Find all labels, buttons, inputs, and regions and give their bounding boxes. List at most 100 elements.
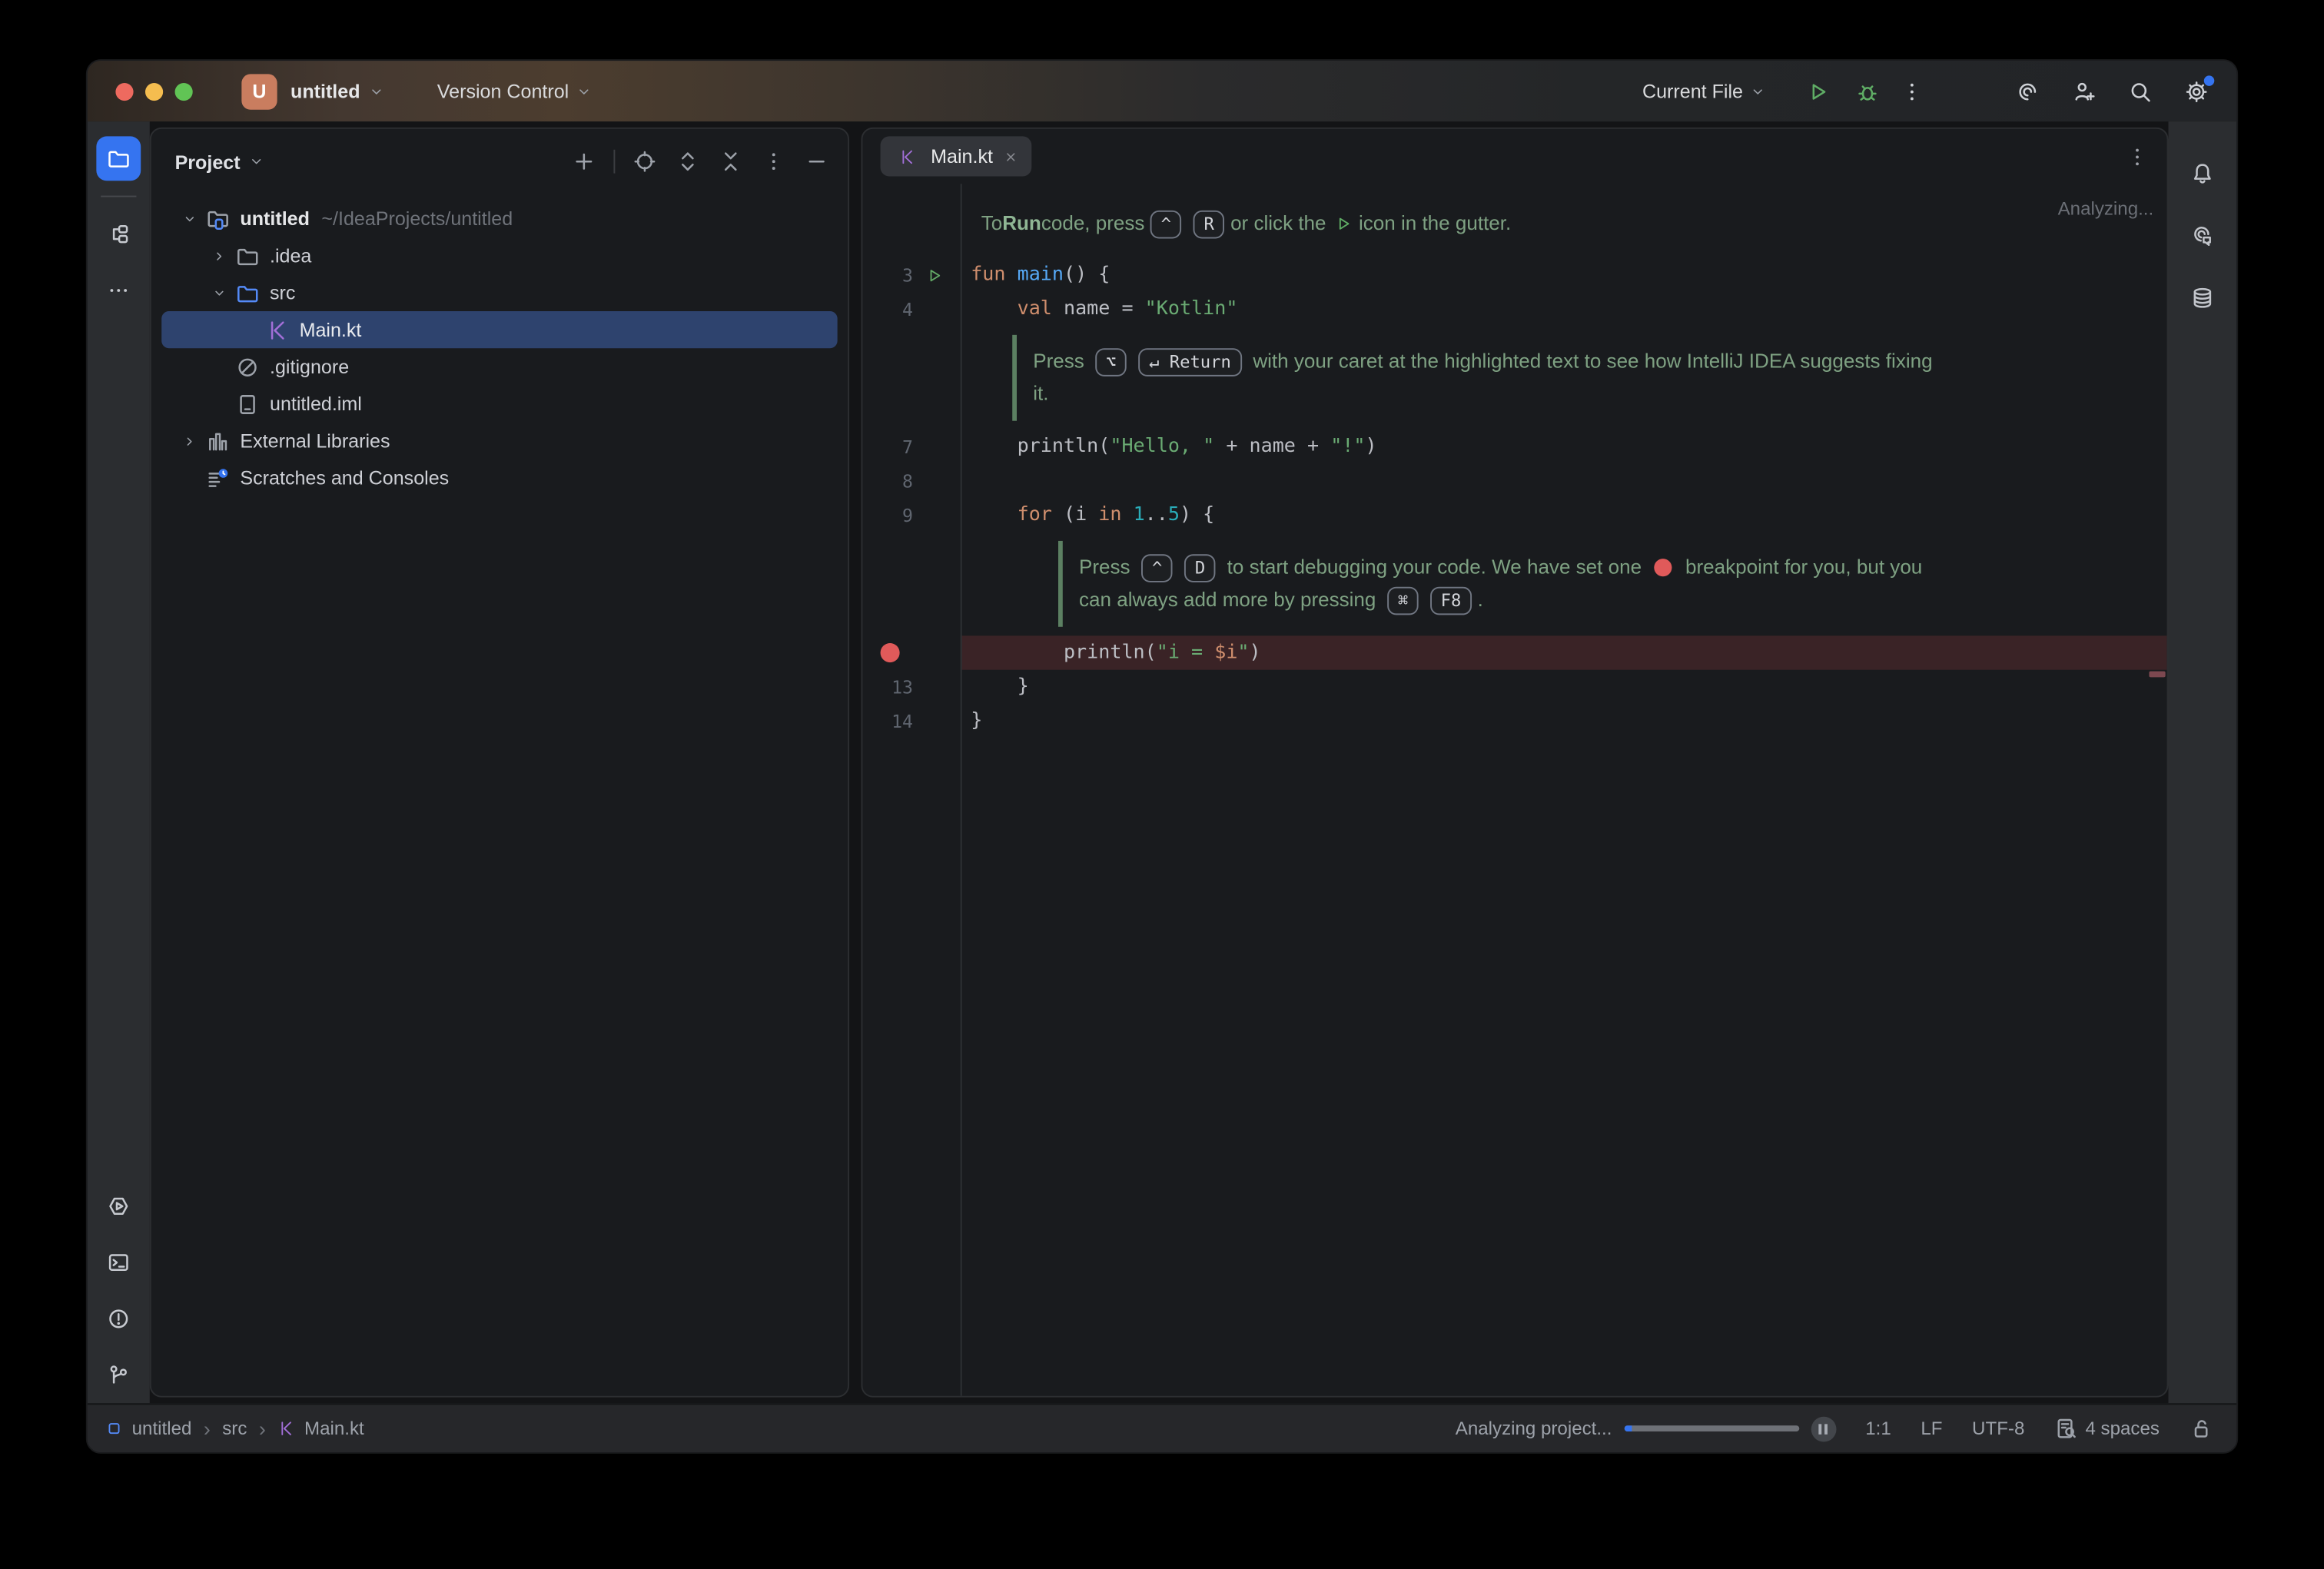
- gutter[interactable]: 7: [862, 430, 960, 463]
- locate-icon[interactable]: [629, 145, 661, 177]
- keyboard-key: D: [1184, 553, 1215, 582]
- project-panel-title[interactable]: Project: [175, 151, 241, 173]
- line-number: 9: [862, 505, 913, 526]
- breakpoint-icon[interactable]: [881, 643, 900, 662]
- zoom-window-button[interactable]: [175, 82, 193, 100]
- code-line[interactable]: 13 }: [862, 670, 2166, 704]
- chevron-down-icon[interactable]: [204, 285, 234, 300]
- tree-item-main-kt[interactable]: Main.kt: [161, 311, 837, 348]
- tree-item--idea[interactable]: .idea: [161, 237, 837, 274]
- editor-options-icon[interactable]: [2126, 144, 2150, 168]
- gutter[interactable]: 8: [862, 464, 960, 498]
- tree-item-scratches-and-consoles[interactable]: Scratches and Consoles: [161, 459, 837, 496]
- tree-item-label: Scratches and Consoles: [240, 466, 449, 489]
- tree-item-untitled[interactable]: untitled~/IdeaProjects/untitled: [161, 200, 837, 237]
- code-line[interactable]: 7 println("Hello, " + name + "!"): [862, 430, 2166, 463]
- project-folder-icon[interactable]: [96, 136, 141, 181]
- project-tree: untitled~/IdeaProjects/untitled .idea srcM…: [151, 194, 848, 496]
- breadcrumb: untitled›src›Main.kt: [105, 1417, 364, 1441]
- more-actions-icon[interactable]: [1893, 72, 1931, 111]
- code-editor[interactable]: Analyzing... To Run code, press ^R or cl…: [862, 184, 2166, 1396]
- inline-learning-hint: Press ^D to start debugging your code. W…: [1058, 541, 2167, 627]
- version-control-menu[interactable]: Version Control: [437, 80, 591, 102]
- code-line[interactable]: 9 for (i in 1..5) {: [862, 498, 2166, 532]
- keyboard-key: R: [1194, 210, 1224, 238]
- project-tool-window: Project untitled~/IdeaProjects/untitled.…: [150, 128, 849, 1398]
- editor-tab-bar: Main.kt: [862, 129, 2166, 184]
- add-icon[interactable]: [568, 145, 600, 177]
- project-chevron-down-icon[interactable]: [369, 84, 383, 98]
- error-stripe-mark[interactable]: [2149, 672, 2165, 678]
- editor-area: Main.kt Analyzing... To Run code, press …: [861, 128, 2168, 1398]
- folder-icon: [234, 244, 261, 267]
- close-tab-icon[interactable]: [1003, 149, 1018, 164]
- run-button[interactable]: [1798, 72, 1836, 111]
- run-banner-hint: To Run code, press ^R or click the icon …: [961, 204, 2167, 243]
- indent-setting[interactable]: 4 spaces: [2054, 1417, 2160, 1441]
- chevron-right-icon[interactable]: [175, 433, 205, 448]
- collapse-all-icon[interactable]: [715, 145, 747, 177]
- gutter[interactable]: 4: [862, 292, 960, 326]
- project-name[interactable]: untitled: [290, 80, 360, 102]
- tree-item-untitled-iml[interactable]: untitled.iml: [161, 385, 837, 422]
- rail-divider: [101, 196, 136, 197]
- code-line[interactable]: 3fun main() {: [862, 258, 2166, 292]
- toolbar-divider: [613, 150, 615, 174]
- gutter[interactable]: 14: [862, 704, 960, 738]
- debug-button[interactable]: [1848, 72, 1887, 111]
- tab-main-kt[interactable]: Main.kt: [881, 136, 1032, 176]
- unlocked-icon[interactable]: [2189, 1417, 2213, 1441]
- add-user-icon[interactable]: [2064, 72, 2103, 111]
- gutter[interactable]: 3: [862, 258, 960, 292]
- tree-item-label: .gitignore: [270, 356, 349, 378]
- keyboard-key: ^: [1150, 210, 1181, 238]
- run-configuration-selector[interactable]: Current File: [1642, 80, 1765, 102]
- terminal-icon[interactable]: [96, 1240, 141, 1285]
- pause-progress-button[interactable]: [1811, 1416, 1836, 1441]
- more-vertical-icon[interactable]: [757, 145, 789, 177]
- run-line-icon[interactable]: [913, 266, 954, 284]
- code-line[interactable]: 14}: [862, 704, 2166, 738]
- version-control-icon[interactable]: [96, 1353, 141, 1398]
- progress-indicator[interactable]: Analyzing project...: [1456, 1416, 1836, 1441]
- minimize-window-button[interactable]: [145, 82, 163, 100]
- breakpoint-icon: [1655, 559, 1672, 576]
- code-line[interactable]: 8: [862, 464, 2166, 498]
- code-line[interactable]: 4 val name = "Kotlin": [862, 292, 2166, 326]
- file-encoding[interactable]: UTF-8: [1972, 1418, 2024, 1439]
- code-text: for (i in 1..5) {: [961, 498, 2167, 532]
- expand-all-icon[interactable]: [672, 145, 704, 177]
- line-separator[interactable]: LF: [1921, 1418, 1942, 1439]
- tree-item-src[interactable]: src: [161, 274, 837, 311]
- tree-item-label: .idea: [270, 244, 311, 267]
- chevron-down-icon[interactable]: [175, 211, 205, 226]
- gutter[interactable]: 9: [862, 498, 960, 532]
- ai-logo-icon[interactable]: [2008, 72, 2047, 111]
- gutter[interactable]: 13: [862, 670, 960, 704]
- breadcrumb-item-untitled[interactable]: untitled: [105, 1418, 191, 1439]
- keyboard-key: ↵ Return: [1139, 347, 1242, 376]
- breadcrumb-item-main-kt[interactable]: Main.kt: [277, 1418, 364, 1439]
- cursor-position[interactable]: 1:1: [1865, 1418, 1891, 1439]
- chevron-right-icon[interactable]: [204, 248, 234, 263]
- desktop: U untitled Version Control Current File: [0, 0, 2324, 1569]
- breadcrumb-item-src[interactable]: src: [222, 1418, 247, 1439]
- code-line-breakpoint[interactable]: println("i = $i"): [862, 635, 2166, 669]
- search-icon[interactable]: [2121, 72, 2160, 111]
- hide-icon[interactable]: [800, 145, 832, 177]
- gutter[interactable]: [862, 635, 960, 669]
- services-icon[interactable]: [96, 1184, 141, 1229]
- structure-icon[interactable]: [96, 212, 141, 257]
- tree-item--gitignore[interactable]: .gitignore: [161, 348, 837, 385]
- gutter-separator: [961, 184, 962, 1396]
- more-horizontal-icon[interactable]: [96, 268, 141, 313]
- problems-icon[interactable]: [96, 1296, 141, 1341]
- notifications-bell-icon[interactable]: [2180, 151, 2225, 196]
- settings-gear-icon[interactable]: [2177, 72, 2216, 111]
- close-window-button[interactable]: [115, 82, 133, 100]
- code-text: println("i = $i"): [961, 635, 2167, 669]
- database-icon[interactable]: [2180, 276, 2225, 320]
- tree-item-external-libraries[interactable]: External Libraries: [161, 423, 837, 459]
- ai-assistant-icon[interactable]: [2180, 214, 2225, 258]
- chevron-down-icon[interactable]: [249, 154, 264, 169]
